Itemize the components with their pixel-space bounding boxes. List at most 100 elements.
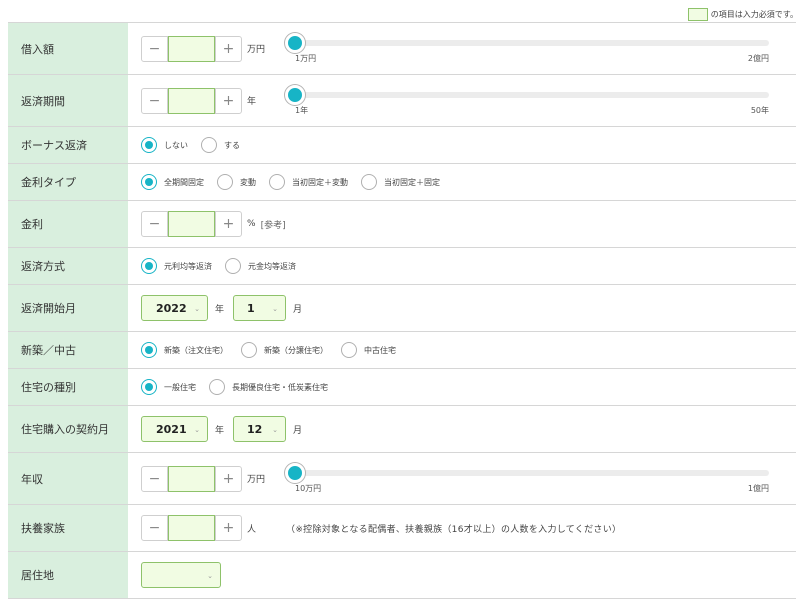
income-plus-button[interactable]: + [215, 465, 242, 492]
chevron-down-icon: ⌄ [272, 305, 279, 313]
term-plus-button[interactable]: + [215, 87, 242, 114]
radio-label: 新築（注文住宅） [164, 345, 228, 355]
dependents-plus-button[interactable]: + [215, 515, 242, 541]
dependents-note: （※控除対象となる配偶者、扶養親族（16才以上）の人数を入力してください） [286, 524, 622, 535]
radio-label: 新築（分譲住宅） [264, 345, 328, 355]
contract-month-unit: 月 [293, 425, 303, 436]
method-label: 返済方式 [8, 248, 128, 284]
start-year-unit: 年 [215, 304, 225, 315]
row-term: 返済期間 − + 年 1年 50年 [8, 75, 796, 127]
rate-type-label: 金利タイプ [8, 164, 128, 200]
radio-button[interactable] [201, 137, 217, 153]
dependents-minus-button[interactable]: − [141, 515, 168, 541]
start-month-value: 1 [247, 301, 255, 315]
radio-label: する [224, 140, 240, 150]
income-stepper: − + [141, 465, 242, 492]
rate-type-option-0[interactable]: 全期間固定 [141, 174, 204, 190]
dependents-label: 扶養家族 [8, 505, 128, 551]
new-used-option-2[interactable]: 中古住宅 [341, 342, 396, 358]
radio-button[interactable] [269, 174, 285, 190]
slider-track [295, 470, 769, 476]
radio-button[interactable] [225, 258, 241, 274]
contract-year-select[interactable]: 2021 ⌄ [141, 416, 208, 442]
radio-label: 変動 [240, 177, 256, 187]
radio-label: 当初固定＋固定 [384, 177, 440, 187]
term-input[interactable] [168, 87, 215, 114]
radio-button[interactable] [361, 174, 377, 190]
row-loan-amount: 借入額 − + 万円 1万円 2億円 [8, 23, 796, 75]
house-type-option-1[interactable]: 長期優良住宅・低炭素住宅 [209, 379, 328, 395]
rate-type-option-3[interactable]: 当初固定＋固定 [361, 174, 440, 190]
loan-amount-unit: 万円 [247, 45, 266, 55]
bonus-option-0[interactable]: しない [141, 137, 188, 153]
new-used-label: 新築／中古 [8, 332, 128, 368]
contract-month-label: 住宅購入の契約月 [8, 406, 128, 452]
loan-amount-minus-button[interactable]: − [141, 35, 168, 62]
row-new-used: 新築／中古 新築（注文住宅） 新築（分譲住宅） 中古住宅 [8, 332, 796, 369]
term-slider[interactable]: 1年 50年 [285, 75, 769, 126]
row-rate-type: 金利タイプ 全期間固定 変動 当初固定＋変動 当初固定＋固定 [8, 164, 796, 201]
slider-track [295, 40, 769, 46]
house-type-option-0[interactable]: 一般住宅 [141, 379, 196, 395]
slider-thumb[interactable] [285, 463, 305, 483]
radio-button[interactable] [217, 174, 233, 190]
term-unit: 年 [247, 97, 257, 107]
loan-amount-plus-button[interactable]: + [215, 35, 242, 62]
rate-type-option-1[interactable]: 変動 [217, 174, 256, 190]
radio-label: 中古住宅 [364, 345, 396, 355]
radio-button[interactable] [241, 342, 257, 358]
row-bonus: ボーナス返済 しない する [8, 127, 796, 164]
loan-amount-slider[interactable]: 1万円 2億円 [285, 23, 769, 74]
new-used-option-0[interactable]: 新築（注文住宅） [141, 342, 228, 358]
radio-button[interactable] [141, 137, 157, 153]
contract-month-select[interactable]: 12 ⌄ [233, 416, 287, 442]
income-slider[interactable]: 10万円 1億円 [285, 453, 769, 504]
radio-label: 一般住宅 [164, 382, 196, 392]
dependents-input[interactable] [168, 515, 215, 541]
row-house-type: 住宅の種別 一般住宅 長期優良住宅・低炭素住宅 [8, 369, 796, 406]
radio-button[interactable] [341, 342, 357, 358]
method-option-1[interactable]: 元金均等返済 [225, 258, 296, 274]
loan-amount-stepper: − + [141, 35, 242, 62]
income-input[interactable] [168, 465, 215, 492]
chevron-down-icon: ⌄ [207, 572, 213, 580]
rate-type-radio-group: 全期間固定 変動 当初固定＋変動 当初固定＋固定 [141, 174, 453, 190]
bonus-option-1[interactable]: する [201, 137, 240, 153]
term-minus-button[interactable]: − [141, 87, 168, 114]
radio-button[interactable] [141, 342, 157, 358]
income-minus-button[interactable]: − [141, 465, 168, 492]
new-used-option-1[interactable]: 新築（分譲住宅） [241, 342, 328, 358]
rate-minus-button[interactable]: − [141, 211, 168, 237]
bonus-radio-group: しない する [141, 137, 253, 153]
chevron-down-icon: ⌄ [272, 426, 279, 434]
start-year-select[interactable]: 2022 ⌄ [141, 295, 208, 321]
radio-label: 長期優良住宅・低炭素住宅 [232, 382, 328, 392]
method-option-0[interactable]: 元利均等返済 [141, 258, 212, 274]
rate-plus-button[interactable]: + [215, 211, 242, 237]
term-label: 返済期間 [8, 75, 128, 126]
slider-thumb[interactable] [285, 85, 305, 105]
start-month-unit: 月 [293, 304, 303, 315]
radio-label: 全期間固定 [164, 177, 204, 187]
residence-select[interactable]: ⌄ [141, 562, 221, 588]
row-dependents: 扶養家族 − + 人 （※控除対象となる配偶者、扶養親族（16才以上）の人数を入… [8, 505, 796, 552]
form-table: 借入額 − + 万円 1万円 2億円 返済期間 − + 年 1年 50年 ボーナ… [8, 22, 796, 599]
row-method: 返済方式 元利均等返済 元金均等返済 [8, 248, 796, 285]
slider-min-label: 10万円 [295, 484, 322, 493]
slider-thumb[interactable] [285, 33, 305, 53]
radio-button[interactable] [141, 258, 157, 274]
radio-button[interactable] [141, 379, 157, 395]
row-rate: 金利 − + % [参考] [8, 201, 796, 248]
loan-amount-input[interactable] [168, 35, 215, 62]
rate-reference-link[interactable]: [参考] [261, 218, 286, 231]
required-note: の項目は入力必須です。 [710, 9, 798, 19]
radio-label: しない [164, 140, 188, 150]
rate-input[interactable] [168, 211, 215, 237]
start-month-select[interactable]: 1 ⌄ [233, 295, 287, 321]
radio-button[interactable] [209, 379, 225, 395]
contract-month-value: 12 [247, 422, 263, 436]
radio-button[interactable] [141, 174, 157, 190]
slider-max-label: 2億円 [747, 54, 769, 63]
radio-label: 当初固定＋変動 [292, 177, 348, 187]
rate-type-option-2[interactable]: 当初固定＋変動 [269, 174, 348, 190]
